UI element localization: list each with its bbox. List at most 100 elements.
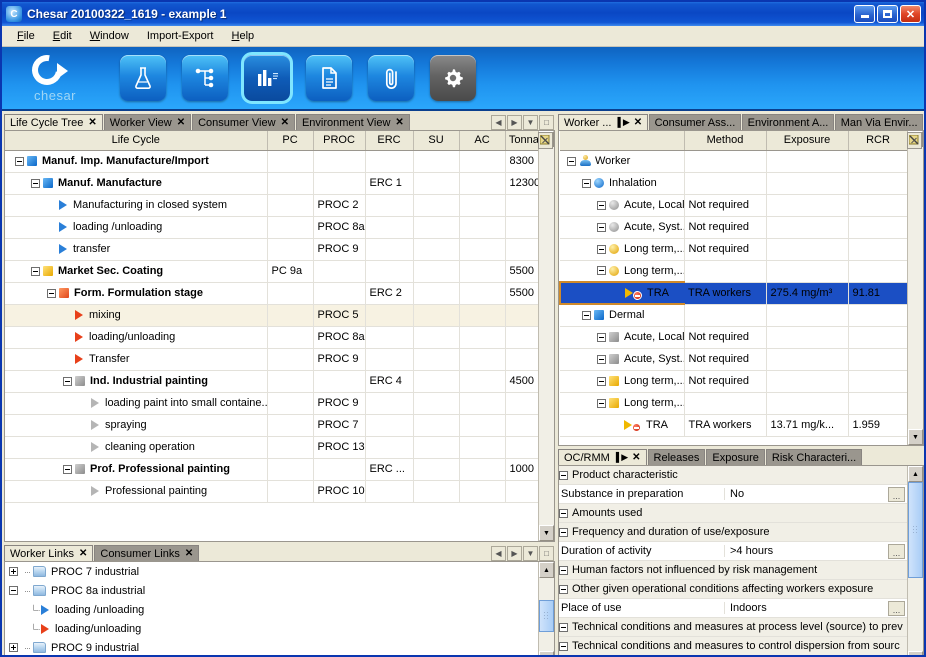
table-row[interactable]: Manufacturing in closed system PROC 2 (5, 194, 538, 217)
table-row[interactable]: Transfer PROC 9 (5, 348, 538, 371)
tab-oc-rmm[interactable]: OC/RMM ▌▶ ✕ (558, 449, 647, 465)
property-group-row[interactable]: Technical conditions and measures to con… (559, 637, 907, 655)
column-header-ac[interactable]: AC (459, 131, 506, 151)
chevron-left-icon[interactable]: ◀ (491, 546, 506, 561)
tab-consumer-assessment[interactable]: Consumer Ass... (648, 114, 741, 130)
chevron-right-icon[interactable]: ▶ (507, 115, 522, 130)
tab-risk-characterisation[interactable]: Risk Characteri... (765, 449, 863, 465)
table-row[interactable]: TRA TRA workers 13.71 mg/k... 1.959 (560, 414, 907, 437)
close-icon[interactable]: ✕ (88, 117, 96, 128)
table-row[interactable]: transfer PROC 9 (5, 238, 538, 261)
collapse-icon[interactable] (582, 178, 591, 188)
toolbar-button-attachments[interactable] (368, 55, 414, 101)
table-row[interactable]: Long term,... Not required (560, 370, 907, 393)
column-header-pc[interactable]: PC (267, 131, 314, 151)
property-group-row[interactable]: Frequency and duration of use/exposure (559, 523, 907, 542)
tab-man-via-environment[interactable]: Man Via Envir... (834, 114, 923, 130)
column-header-erc[interactable]: ERC (365, 131, 414, 151)
collapse-icon[interactable] (63, 464, 72, 474)
column-header-proc[interactable]: PROC (313, 131, 366, 151)
property-group-row[interactable]: Technical conditions and measures at pro… (559, 618, 907, 637)
table-row[interactable]: TRA TRA workers 275.4 mg/m³ 91.81 (559, 281, 907, 305)
table-row[interactable]: loading /unloading PROC 8a (5, 216, 538, 239)
collapse-icon[interactable] (597, 376, 606, 386)
table-row[interactable]: Long term,... (560, 392, 907, 415)
tab-consumer-links[interactable]: Consumer Links ✕ (94, 545, 200, 561)
collapse-icon[interactable] (31, 178, 40, 188)
table-row[interactable]: Acute, Local Not required (560, 194, 907, 217)
tab-consumer-view[interactable]: Consumer View ✕ (192, 114, 295, 130)
list-item[interactable]: ··· PROC 7 industrial (5, 562, 538, 581)
split-view-icon[interactable]: ▌▶ (617, 117, 629, 128)
column-header-method[interactable]: Method (684, 131, 767, 151)
close-icon[interactable]: ✕ (185, 548, 193, 559)
collapse-icon[interactable] (63, 376, 72, 386)
collapse-icon[interactable] (597, 222, 606, 232)
scroll-down-icon[interactable]: ▼ (539, 525, 554, 541)
column-chooser-icon[interactable] (907, 132, 922, 149)
list-item[interactable]: └·· loading/unloading (5, 619, 538, 638)
collapse-icon[interactable] (47, 288, 56, 298)
collapse-icon[interactable] (559, 622, 568, 632)
column-header-rcr[interactable]: RCR (848, 131, 907, 151)
tab-life-cycle-tree[interactable]: Life Cycle Tree ✕ (4, 114, 103, 130)
tab-exposure[interactable]: Exposure (706, 449, 765, 465)
scroll-down-icon[interactable]: ▼ (908, 651, 923, 655)
scroll-track[interactable] (539, 147, 554, 525)
table-row[interactable]: Market Sec. Coating PC 9a 5500 (5, 260, 538, 283)
close-icon[interactable]: ✕ (177, 117, 185, 128)
toolbar-button-assessment[interactable] (241, 52, 293, 104)
list-item[interactable]: └·· loading /unloading (5, 600, 538, 619)
close-icon[interactable]: ✕ (281, 117, 289, 128)
collapse-icon[interactable] (15, 156, 24, 166)
collapse-icon[interactable] (597, 200, 606, 210)
collapse-icon[interactable] (567, 156, 576, 166)
collapse-icon[interactable] (559, 641, 568, 651)
collapse-icon[interactable] (559, 470, 568, 480)
scroll-up-icon[interactable]: ▲ (908, 466, 923, 482)
table-row[interactable]: mixing PROC 5 (5, 304, 538, 327)
menu-file[interactable]: File (8, 27, 44, 45)
close-icon[interactable]: ✕ (634, 117, 642, 128)
menu-window[interactable]: Window (81, 27, 138, 45)
table-row[interactable]: Ind. Industrial painting ERC 4 4500 (5, 370, 538, 393)
scroll-thumb[interactable] (539, 600, 554, 632)
list-item[interactable]: ··· PROC 9 industrial (5, 638, 538, 655)
toolbar-button-life-cycle-tree[interactable] (182, 55, 228, 101)
column-header-tonnage[interactable]: Tonnage (505, 131, 538, 151)
oc-rmm-vertical-scrollbar[interactable]: ▲ ▼ (907, 466, 923, 655)
collapse-icon[interactable] (31, 266, 40, 276)
chevron-right-icon[interactable]: ▶ (507, 546, 522, 561)
scroll-track[interactable] (908, 482, 923, 651)
collapse-icon[interactable] (597, 244, 606, 254)
menu-import-export[interactable]: Import-Export (138, 27, 223, 45)
table-row[interactable]: Form. Formulation stage ERC 2 5500 (5, 282, 538, 305)
table-row[interactable]: loading/unloading PROC 8a (5, 326, 538, 349)
expand-icon[interactable] (9, 643, 18, 652)
scroll-down-icon[interactable]: ▼ (539, 651, 554, 655)
table-row[interactable]: spraying PROC 7 (5, 414, 538, 437)
collapse-icon[interactable] (597, 398, 606, 408)
maximize-panel-icon[interactable]: □ (539, 546, 554, 561)
property-group-row[interactable]: Amounts used (559, 504, 907, 523)
column-header-life-cycle[interactable]: Life Cycle (5, 131, 268, 151)
column-header-tree[interactable] (560, 131, 685, 151)
life-cycle-vertical-scrollbar[interactable]: ▲ ▼ (538, 131, 554, 541)
property-group-row[interactable]: Other given operational conditions affec… (559, 580, 907, 599)
expand-icon[interactable] (9, 567, 18, 576)
collapse-icon[interactable] (559, 584, 568, 594)
links-vertical-scrollbar[interactable]: ▲ ▼ (538, 562, 554, 655)
scroll-track[interactable] (908, 147, 923, 429)
collapse-icon[interactable] (597, 266, 606, 276)
table-row[interactable]: Dermal (560, 304, 907, 327)
table-row[interactable]: Acute, Syst... Not required (560, 216, 907, 239)
tab-environment-assessment[interactable]: Environment A... (741, 114, 834, 130)
property-editor-button[interactable]: ... (888, 486, 905, 502)
property-editor-button[interactable]: ... (888, 600, 905, 616)
chevron-down-icon[interactable]: ▼ (523, 546, 538, 561)
toolbar-button-settings[interactable] (430, 55, 476, 101)
property-row[interactable]: Substance in preparation No... (559, 485, 907, 504)
property-row[interactable]: Duration of activity >4 hours... (559, 542, 907, 561)
maximize-panel-icon[interactable]: □ (539, 115, 554, 130)
table-row[interactable]: loading paint into small containe... PROC… (5, 392, 538, 415)
